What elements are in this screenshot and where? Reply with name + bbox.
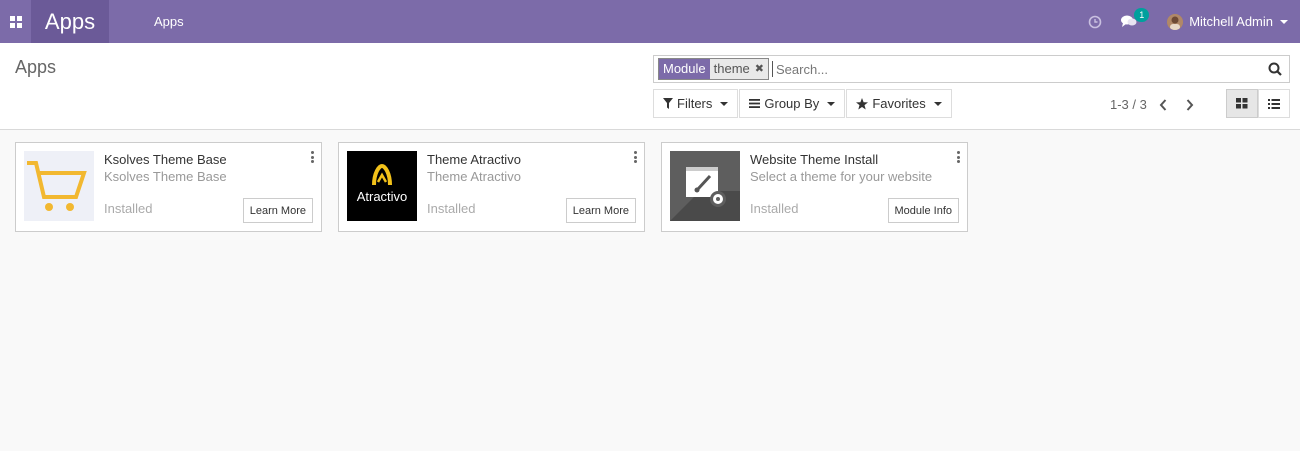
module-info-button[interactable]: Module Info <box>887 198 959 223</box>
card-subtitle: Select a theme for your website <box>750 169 933 184</box>
paintbrush-icon <box>670 151 740 221</box>
app-brand[interactable]: Apps <box>31 0 109 43</box>
control-panel: Apps Module theme ✖ Filters Group By Fav… <box>0 43 1300 130</box>
favorites-dropdown[interactable]: Favorites <box>846 89 952 118</box>
filter-icon <box>663 98 673 109</box>
search-options: Filters Group By Favorites <box>653 89 953 118</box>
top-navbar: Apps Apps 1 Mitchell Admin <box>0 0 1300 43</box>
user-name: Mitchell Admin <box>1189 14 1273 29</box>
menu-item-apps[interactable]: Apps <box>154 14 184 29</box>
card-status: Installed <box>104 201 153 216</box>
chevron-down-icon <box>720 101 729 106</box>
card-title: Ksolves Theme Base <box>104 152 227 167</box>
kanban-view-button[interactable] <box>1226 89 1258 118</box>
breadcrumb: Apps <box>15 57 57 77</box>
kebab-menu-icon[interactable] <box>956 151 960 163</box>
app-grid-icon[interactable] <box>0 0 31 43</box>
app-card[interactable]: Atractivo Theme Atractivo Theme Atractiv… <box>338 142 645 232</box>
star-icon <box>856 97 869 110</box>
app-card[interactable]: Ksolves Theme Base Ksolves Theme Base In… <box>15 142 322 232</box>
kebab-menu-icon[interactable] <box>310 151 314 163</box>
app-card[interactable]: Website Theme Install Select a theme for… <box>661 142 968 232</box>
search-icon[interactable] <box>1261 62 1289 76</box>
card-subtitle: Theme Atractivo <box>427 169 521 184</box>
card-status: Installed <box>427 201 476 216</box>
favorites-label: Favorites <box>872 96 926 111</box>
pager-value[interactable]: 1-3 / 3 <box>1110 97 1147 112</box>
activity-clock-icon[interactable] <box>1088 15 1102 29</box>
search-facet[interactable]: Module theme ✖ <box>658 58 769 80</box>
messaging-button[interactable]: 1 <box>1121 8 1150 28</box>
pager: 1-3 / 3 <box>1110 97 1194 112</box>
filters-label: Filters <box>677 96 713 111</box>
search-input[interactable] <box>772 61 1261 77</box>
avatar <box>1167 13 1184 30</box>
card-title: Website Theme Install <box>750 152 879 167</box>
facet-label: Module <box>659 59 710 79</box>
search-bar[interactable]: Module theme ✖ <box>653 55 1290 83</box>
user-menu[interactable]: Mitchell Admin <box>1167 13 1288 30</box>
chevron-down-icon <box>827 101 836 106</box>
logo-text: Atractivo <box>357 189 408 204</box>
close-icon[interactable]: ✖ <box>755 59 764 79</box>
chevron-right-icon[interactable] <box>1186 98 1194 111</box>
facet-value: theme <box>713 61 750 76</box>
groupby-dropdown[interactable]: Group By <box>739 89 846 118</box>
list-bars-icon <box>749 99 761 108</box>
atractivo-logo: Atractivo <box>347 151 417 221</box>
learn-more-button[interactable]: Learn More <box>565 198 636 223</box>
list-view-button[interactable] <box>1258 89 1290 118</box>
cart-icon <box>24 151 94 221</box>
card-title: Theme Atractivo <box>427 152 521 167</box>
groupby-label: Group By <box>764 96 820 111</box>
view-switcher <box>1226 89 1290 118</box>
learn-more-button[interactable]: Learn More <box>242 198 313 223</box>
kanban-view: Ksolves Theme Base Ksolves Theme Base In… <box>15 142 984 232</box>
list-icon <box>1268 98 1280 109</box>
chevron-down-icon <box>933 101 942 106</box>
kanban-grid-icon <box>1236 98 1248 109</box>
chevron-down-icon <box>1280 19 1288 24</box>
chevron-left-icon[interactable] <box>1159 98 1167 111</box>
filters-dropdown[interactable]: Filters <box>653 89 739 118</box>
card-subtitle: Ksolves Theme Base <box>104 169 227 184</box>
card-status: Installed <box>750 201 799 216</box>
kebab-menu-icon[interactable] <box>633 151 637 163</box>
message-count-badge: 1 <box>1134 8 1150 22</box>
